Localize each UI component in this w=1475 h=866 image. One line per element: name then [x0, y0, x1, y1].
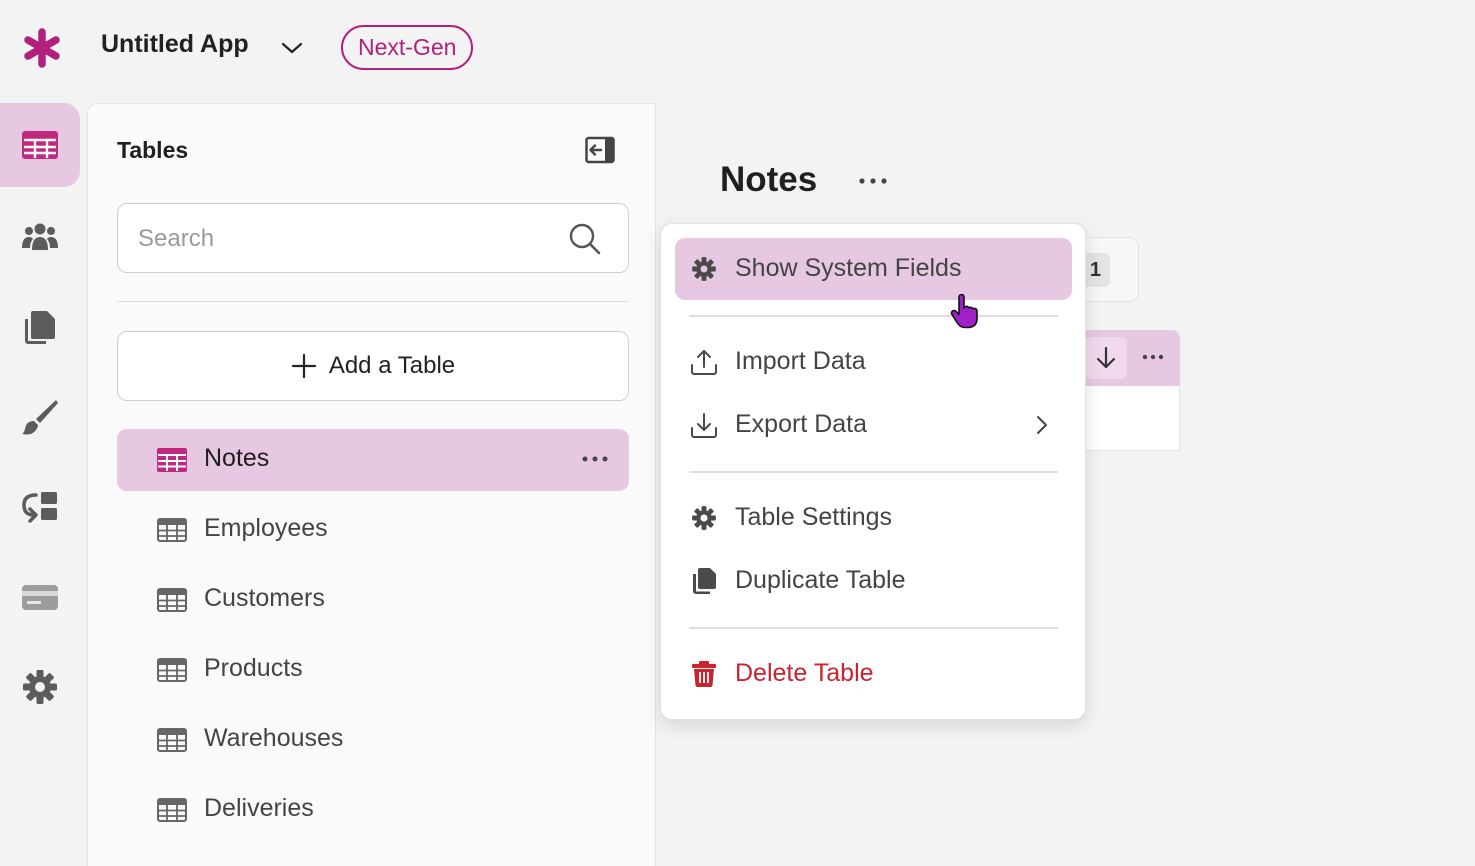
table-item-deliveries[interactable]: Deliveries	[117, 779, 629, 841]
next-gen-badge: Next-Gen	[341, 25, 474, 70]
add-table-button[interactable]: Add a Table	[117, 331, 629, 401]
flows-icon	[22, 492, 57, 523]
table-item-label: Deliveries	[204, 794, 314, 822]
more-options-icon[interactable]	[858, 175, 888, 187]
sort-button[interactable]	[1085, 337, 1127, 379]
plus-icon	[291, 353, 316, 379]
left-rail	[0, 100, 86, 866]
hand-pointer-icon	[950, 294, 978, 329]
table-grid-icon	[157, 518, 187, 542]
table-search-box[interactable]	[117, 203, 629, 273]
table-context-menu: Show System Fields Import Data Export Da…	[660, 223, 1086, 720]
table-grid-icon	[157, 588, 187, 612]
menu-export-data[interactable]: Export Data	[675, 394, 1072, 456]
grid-cell[interactable]	[1075, 386, 1180, 451]
table-grid-icon	[157, 728, 187, 752]
rail-users-button[interactable]	[0, 195, 80, 279]
table-grid-icon	[22, 131, 58, 159]
table-item-warehouses[interactable]: Warehouses	[117, 709, 629, 771]
table-item-label: Notes	[204, 444, 270, 472]
gear-icon	[23, 670, 57, 704]
chevron-down-icon[interactable]	[280, 36, 304, 60]
table-grid-icon	[157, 658, 187, 682]
rail-tables-button[interactable]	[0, 103, 80, 187]
rail-pages-button[interactable]	[0, 285, 80, 369]
menu-item-label: Show System Fields	[735, 254, 962, 282]
menu-item-label: Import Data	[735, 347, 866, 375]
menu-import-data[interactable]: Import Data	[675, 331, 1072, 393]
search-icon[interactable]	[568, 222, 602, 256]
table-item-label: Warehouses	[204, 724, 344, 752]
rail-payments-button[interactable]	[0, 555, 80, 639]
payment-card-icon	[22, 585, 58, 610]
pages-icon	[25, 311, 55, 344]
menu-item-label: Duplicate Table	[735, 566, 906, 594]
gear-icon	[692, 506, 716, 530]
collapse-panel-icon[interactable]	[585, 136, 615, 164]
table-item-customers[interactable]: Customers	[117, 569, 629, 631]
menu-divider	[689, 471, 1058, 473]
trash-icon	[692, 661, 716, 687]
table-item-label: Customers	[204, 584, 325, 612]
menu-item-label: Export Data	[735, 410, 868, 438]
upload-icon	[691, 350, 717, 375]
chevron-right-icon	[1037, 416, 1047, 434]
users-icon	[22, 223, 58, 250]
table-item-label: Products	[204, 654, 303, 682]
table-grid-icon	[157, 448, 187, 472]
panel-divider	[117, 301, 629, 302]
app-title[interactable]: Untitled App	[101, 30, 249, 59]
menu-divider	[689, 315, 1058, 317]
menu-table-settings[interactable]: Table Settings	[675, 487, 1072, 549]
table-grid-icon	[157, 798, 187, 822]
top-bar: Untitled App Next-Gen	[0, 0, 1475, 100]
page-title: Notes	[720, 160, 818, 199]
rail-design-button[interactable]	[0, 375, 80, 459]
search-input[interactable]	[138, 222, 538, 256]
copy-icon	[693, 568, 716, 594]
more-options-icon[interactable]	[582, 454, 608, 464]
rail-flows-button[interactable]	[0, 465, 80, 549]
menu-item-label: Table Settings	[735, 503, 893, 531]
add-table-label: Add a Table	[328, 352, 456, 379]
download-icon	[691, 413, 717, 438]
paintbrush-icon	[22, 400, 58, 435]
table-item-products[interactable]: Products	[117, 639, 629, 701]
arrow-down-icon	[1096, 346, 1116, 369]
menu-item-label: Delete Table	[735, 659, 874, 687]
menu-divider	[689, 627, 1058, 629]
rail-settings-button[interactable]	[0, 645, 80, 729]
tables-panel: Tables Add a Table Notes	[87, 103, 656, 866]
menu-delete-table[interactable]: Delete Table	[675, 643, 1072, 705]
gear-icon	[692, 257, 716, 281]
table-item-employees[interactable]: Employees	[117, 499, 629, 561]
menu-duplicate-table[interactable]: Duplicate Table	[675, 550, 1072, 612]
table-item-label: Employees	[204, 514, 328, 542]
menu-show-system-fields[interactable]: Show System Fields	[675, 238, 1072, 300]
table-item-notes[interactable]: Notes	[117, 429, 629, 491]
asterisk-logo-icon[interactable]	[22, 28, 62, 68]
tables-panel-title: Tables	[117, 137, 189, 163]
column-options-icon[interactable]	[1142, 352, 1164, 362]
